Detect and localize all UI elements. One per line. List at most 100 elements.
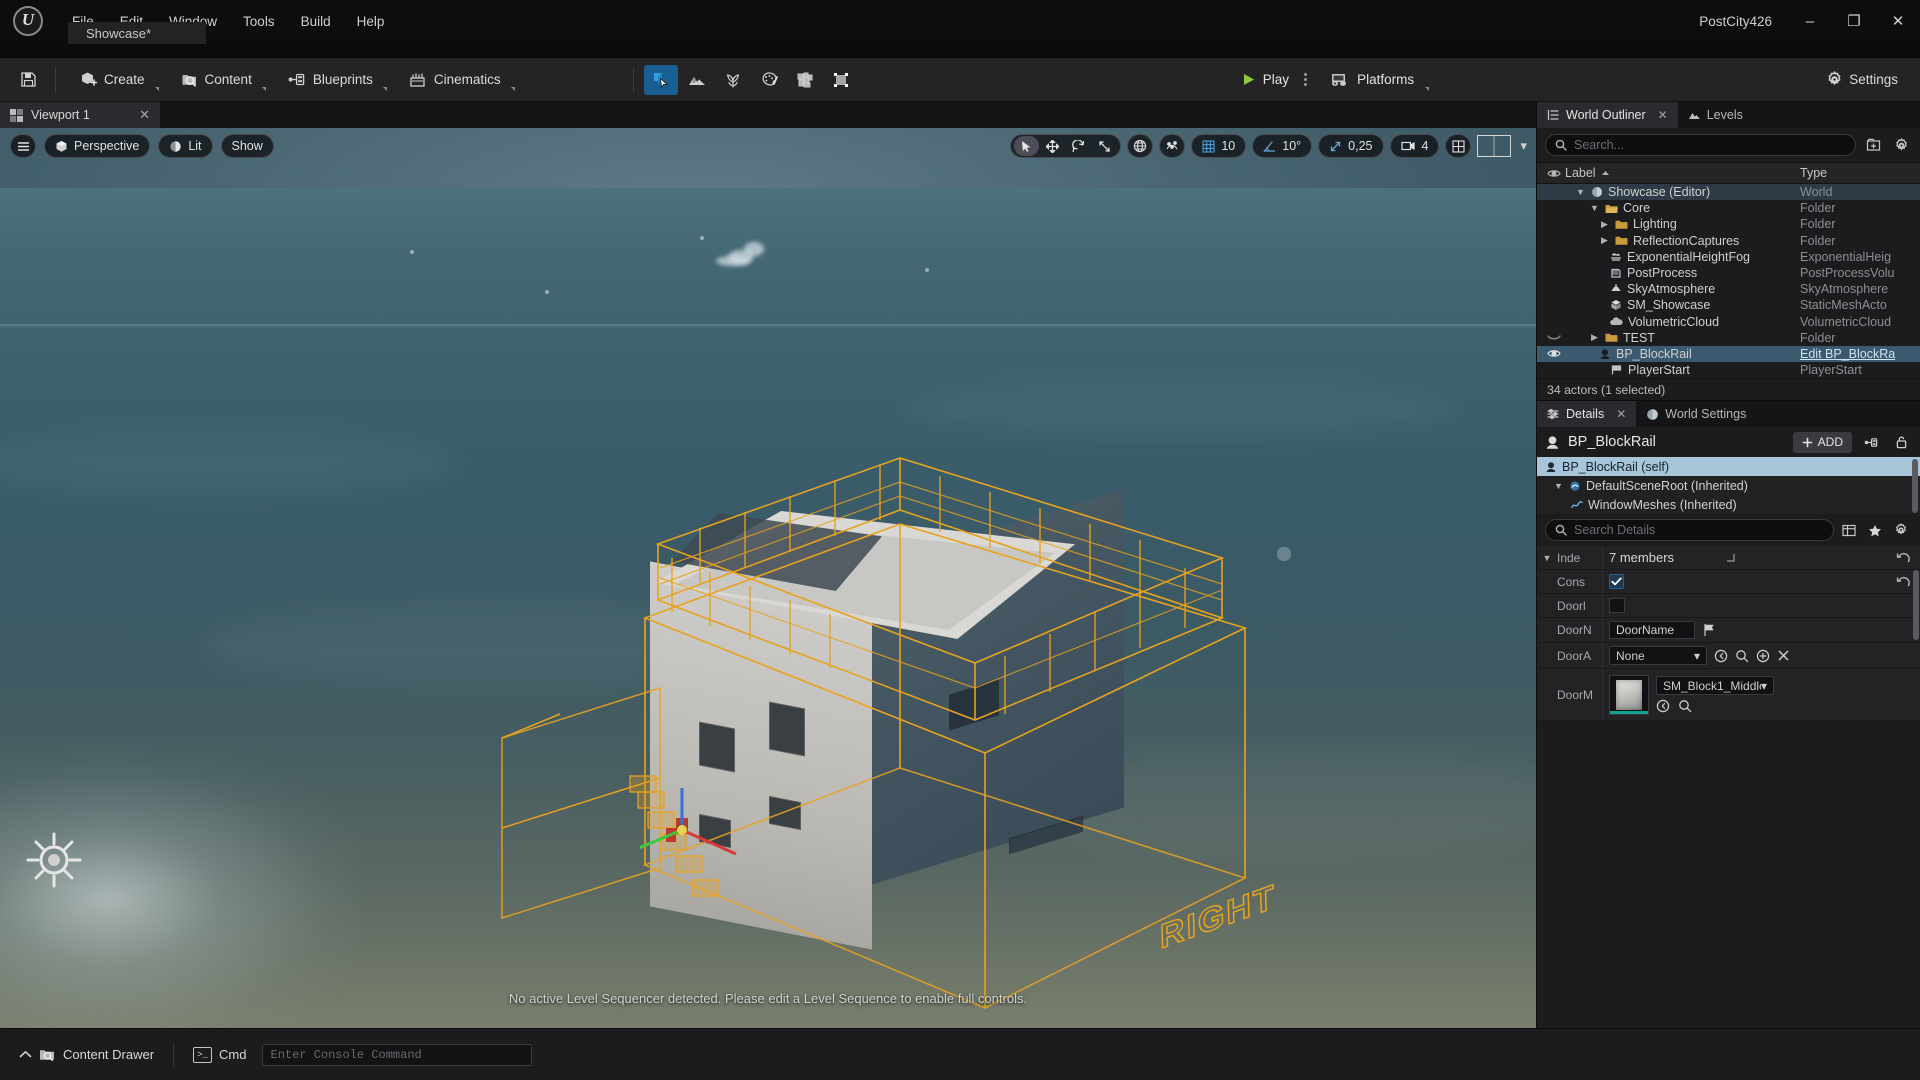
outliner-column-label[interactable]: Label [1565, 166, 1800, 180]
close-icon[interactable]: ✕ [139, 107, 150, 123]
outliner-row-core[interactable]: ▼ Core Folder [1537, 200, 1920, 216]
outliner-row-volumetriccloud[interactable]: VolumetricCloud VolumetricCloud [1537, 314, 1920, 330]
property-row-doorcolor[interactable]: Doorl [1537, 594, 1920, 619]
play-button[interactable]: Play [1232, 65, 1298, 95]
outliner-row-playerstart[interactable]: PlayerStart PlayerStart [1537, 362, 1920, 378]
tab-viewport-1[interactable]: Viewport 1 ✕ [0, 102, 160, 128]
menu-help[interactable]: Help [345, 10, 397, 33]
fracture-mode[interactable] [788, 65, 822, 95]
browse-back-icon[interactable] [1714, 649, 1728, 663]
chevron-down-icon[interactable] [382, 86, 387, 91]
outliner-search-input[interactable] [1574, 138, 1846, 152]
translate-tool[interactable] [1040, 136, 1065, 156]
landscape-mode[interactable] [680, 65, 714, 95]
level-tab[interactable]: Showcase* [68, 22, 206, 44]
console-command-input[interactable] [270, 1047, 523, 1062]
select-tool[interactable] [1014, 136, 1040, 156]
property-value[interactable]: None ▾ [1603, 643, 1886, 668]
blueprint-graph-icon[interactable] [1860, 432, 1882, 453]
close-icon[interactable]: ✕ [1658, 108, 1668, 122]
search-icon[interactable] [1678, 699, 1692, 713]
chevron-down-icon[interactable]: ▾ [1517, 138, 1530, 154]
cinematics-button[interactable]: Cinematics [401, 65, 523, 95]
gear-icon[interactable] [1890, 519, 1912, 541]
viewport-maximize-icon[interactable] [1477, 135, 1512, 157]
browse-back-icon[interactable] [1656, 699, 1670, 713]
search-icon[interactable] [1735, 649, 1749, 663]
component-row-defaultsceneroot[interactable]: ▼ DefaultSceneRoot (Inherited) [1537, 476, 1920, 495]
create-button[interactable]: Create [72, 65, 167, 95]
show-flags-button[interactable]: Show [220, 134, 274, 158]
grid-snap-button[interactable]: 10 [1191, 134, 1247, 158]
angle-snap-button[interactable]: 10° [1252, 134, 1313, 158]
outliner-row-showcase-editor[interactable]: ▼ Showcase (Editor) World [1537, 184, 1920, 201]
close-icon[interactable]: ✕ [1876, 0, 1920, 42]
settings-button[interactable]: Settings [1818, 65, 1906, 95]
row-visibility-toggle[interactable] [1543, 334, 1565, 342]
color-swatch[interactable] [1609, 598, 1625, 614]
component-row-windowmeshes[interactable]: WindowMeshes (Inherited) [1537, 495, 1920, 514]
camera-orbit-widget-icon[interactable] [22, 828, 86, 892]
transform-gizmo[interactable] [609, 766, 780, 921]
content-button[interactable]: Content [173, 65, 274, 95]
add-component-button[interactable]: ADD [1792, 431, 1852, 453]
properties-scrollbar[interactable] [1913, 570, 1919, 641]
chevron-right-icon[interactable]: ▶ [1599, 219, 1610, 230]
outliner-row-sm-showcase[interactable]: SM_Showcase StaticMeshActo [1537, 297, 1920, 313]
use-selected-icon[interactable] [1756, 649, 1770, 663]
outliner-row-test[interactable]: ▶ TEST Folder [1537, 330, 1920, 346]
component-row-self[interactable]: BP_BlockRail (self) [1537, 457, 1920, 477]
scale-snap-button[interactable]: 0,25 [1318, 134, 1384, 158]
property-value[interactable]: SM_Block1_Middle_T ▾ [1603, 669, 1886, 720]
chevron-down-icon[interactable] [1425, 86, 1430, 91]
outliner-search-box[interactable] [1545, 134, 1856, 156]
property-value[interactable] [1603, 570, 1886, 593]
details-search-box[interactable] [1545, 519, 1834, 542]
static-mesh-thumbnail[interactable] [1609, 674, 1649, 715]
outliner-row-lighting[interactable]: ▶ Lighting Folder [1537, 216, 1920, 232]
property-row-index[interactable]: ▼ Inde 7 members [1537, 546, 1920, 571]
star-icon[interactable] [1864, 519, 1886, 541]
rotate-tool[interactable] [1066, 136, 1091, 156]
brush-edit-mode[interactable] [824, 65, 858, 95]
gear-icon[interactable] [1890, 134, 1912, 156]
eye-icon[interactable] [1543, 168, 1565, 179]
console-command-box[interactable] [261, 1043, 532, 1066]
content-drawer-button[interactable]: Content Drawer [10, 1042, 163, 1068]
tab-details[interactable]: Details ✕ [1537, 401, 1637, 428]
outliner-row-bp-blockrail[interactable]: BP_BlockRail Edit BP_BlockRa [1537, 345, 1920, 363]
chevron-down-icon[interactable]: ▼ [1589, 203, 1600, 213]
chevron-down-icon[interactable]: ▼ [1553, 481, 1564, 491]
cmd-button[interactable]: >_ Cmd [184, 1042, 255, 1068]
coordinate-system-button[interactable] [1127, 134, 1154, 158]
surface-snap-button[interactable] [1159, 134, 1186, 158]
menu-build[interactable]: Build [289, 10, 343, 33]
chevron-right-icon[interactable]: ▶ [1589, 332, 1600, 343]
property-row-construction[interactable]: Cons [1537, 570, 1920, 595]
reset-to-default-icon[interactable] [1886, 546, 1920, 569]
outliner-row-postprocess[interactable]: PostProcess PostProcessVolu [1537, 265, 1920, 281]
columns-icon[interactable] [1838, 519, 1860, 541]
chevron-down-icon[interactable]: ▼ [1537, 546, 1557, 569]
camera-mode-button[interactable]: Perspective [44, 134, 151, 158]
outliner-row-exponentialheightfog[interactable]: ExponentialHeightFog ExponentialHeig [1537, 249, 1920, 265]
localization-flag-icon[interactable] [1702, 623, 1716, 637]
lock-icon[interactable] [1890, 432, 1912, 453]
chevron-down-icon[interactable] [510, 86, 515, 91]
select-mode[interactable] [643, 64, 678, 95]
new-folder-icon[interactable] [1862, 134, 1884, 156]
save-button[interactable] [12, 65, 45, 95]
close-icon[interactable]: ✕ [1616, 407, 1626, 421]
expand-arrow-icon[interactable] [1725, 552, 1736, 563]
unreal-engine-logo[interactable]: U [0, 0, 56, 42]
property-value[interactable]: 7 members [1603, 546, 1886, 569]
property-row-doorname[interactable]: DoorN DoorName [1537, 618, 1920, 644]
menu-tools[interactable]: Tools [231, 10, 287, 33]
doorname-text-input[interactable]: DoorName [1609, 621, 1695, 640]
row-visibility-toggle[interactable] [1543, 348, 1565, 359]
level-viewport[interactable]: RIGHT No active Level Sequencer detected… [0, 128, 1536, 1028]
minimize-icon[interactable]: – [1788, 0, 1832, 42]
scale-tool[interactable] [1092, 136, 1117, 156]
chevron-down-icon[interactable] [154, 86, 159, 91]
viewport-layout-button[interactable] [1445, 134, 1472, 158]
